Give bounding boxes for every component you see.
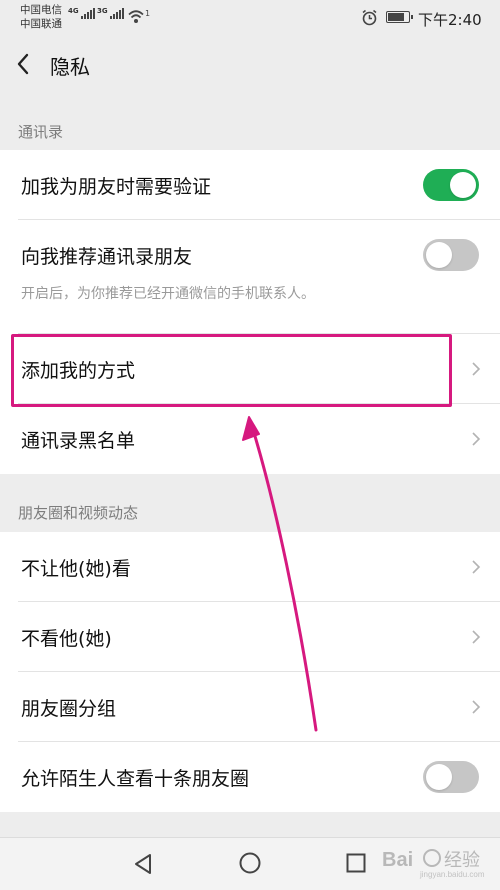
row-label: 添加我的方式 — [21, 360, 136, 382]
carrier-1: 中国电信 — [20, 4, 62, 16]
moments-settings-group: 不让他(她)看 不看他(她) 朋友圈分组 允许陌生人查看十条朋友圈 — [0, 532, 500, 812]
toggle-knob — [450, 172, 476, 198]
chevron-right-icon — [472, 560, 481, 574]
recommend-contacts-toggle[interactable] — [423, 239, 479, 271]
alarm-icon — [362, 9, 377, 26]
navigation-bar: 隐私 — [0, 36, 500, 94]
row-label: 朋友圈分组 — [21, 698, 117, 720]
settings-row-blacklist[interactable]: 通讯录黑名单 — [0, 404, 500, 474]
battery-icon — [386, 11, 413, 23]
baidu-jingyan-watermark: Bai 经验 jingyan.baidu.com — [382, 849, 485, 879]
recent-square-icon[interactable] — [345, 852, 367, 874]
toggle-knob — [426, 764, 452, 790]
page-title: 隐私 — [50, 55, 90, 79]
settings-row-moments-groups[interactable]: 朋友圈分组 — [0, 672, 500, 742]
row-label: 通讯录黑名单 — [21, 430, 136, 452]
toggle-knob — [426, 242, 452, 268]
section-title-contacts: 通讯录 — [18, 123, 64, 141]
signal-icon: 4G — [68, 8, 95, 19]
settings-row-hide-their-moments[interactable]: 不看他(她) — [0, 602, 500, 672]
settings-row-verify-friend[interactable]: 加我为朋友时需要验证 — [0, 150, 500, 220]
svg-text:jingyan.baidu.com: jingyan.baidu.com — [419, 870, 485, 879]
row-label: 加我为朋友时需要验证 — [21, 176, 212, 198]
settings-row-recommend-contacts[interactable]: 向我推荐通讯录朋友 开启后，为你推荐已经开通微信的手机联系人。 — [0, 220, 500, 334]
row-label: 允许陌生人查看十条朋友圈 — [21, 768, 250, 790]
carrier-2: 中国联通 — [20, 18, 62, 30]
wifi-badge: 1 — [145, 9, 150, 18]
stranger-view-toggle[interactable] — [423, 761, 479, 793]
settings-row-hide-my-moments[interactable]: 不让他(她)看 — [0, 532, 500, 602]
settings-row-stranger-view-moments[interactable]: 允许陌生人查看十条朋友圈 — [0, 742, 500, 812]
section-title-moments: 朋友圈和视频动态 — [18, 504, 139, 522]
row-label: 向我推荐通讯录朋友 — [21, 246, 193, 268]
status-time: 下午2:40 — [418, 11, 482, 29]
status-bar: 中国电信 中国联通 4G 3G 1 下午2:40 — [0, 0, 500, 36]
settings-row-add-me-methods[interactable]: 添加我的方式 — [0, 334, 500, 404]
chevron-right-icon — [472, 630, 481, 644]
signal-icon-2: 3G — [97, 8, 124, 19]
contacts-settings-group: 加我为朋友时需要验证 向我推荐通讯录朋友 开启后，为你推荐已经开通微信的手机联系… — [0, 150, 500, 474]
svg-text:Bai: Bai — [382, 849, 413, 871]
row-label: 不看他(她) — [21, 628, 112, 650]
home-circle-icon[interactable] — [238, 851, 262, 875]
back-triangle-icon[interactable] — [132, 852, 154, 876]
chevron-right-icon — [472, 362, 481, 376]
verify-friend-toggle[interactable] — [423, 169, 479, 201]
chevron-right-icon — [472, 432, 481, 446]
row-label: 不让他(她)看 — [21, 558, 131, 580]
row-description: 开启后，为你推荐已经开通微信的手机联系人。 — [21, 286, 315, 302]
network-type-1: 4G — [68, 7, 79, 15]
wifi-icon: 1 — [128, 9, 150, 23]
back-arrow-icon[interactable] — [14, 52, 34, 76]
svg-text:经验: 经验 — [444, 850, 480, 871]
chevron-right-icon — [472, 700, 481, 714]
network-type-2: 3G — [97, 7, 108, 15]
carrier-names: 中国电信 中国联通 — [20, 3, 62, 31]
